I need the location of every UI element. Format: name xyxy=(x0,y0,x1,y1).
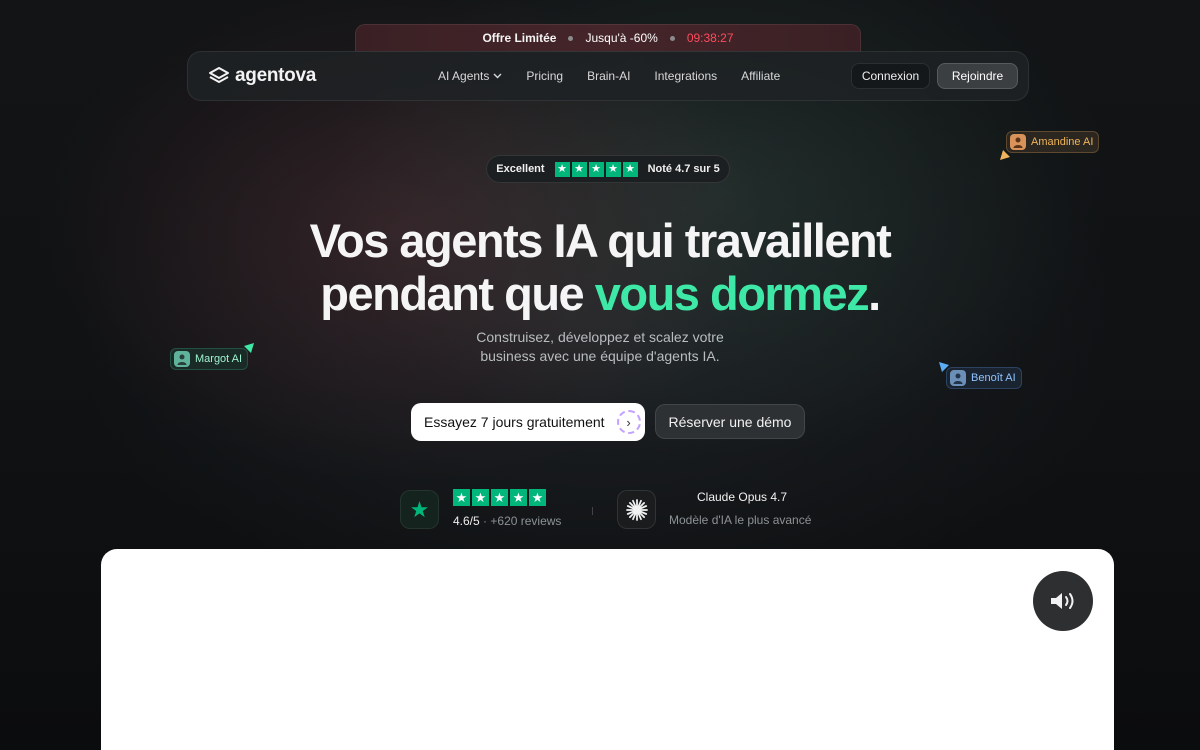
promo-bar[interactable]: Offre Limitée Jusqu'à -60% 09:38:27 xyxy=(355,24,861,52)
promo-countdown: 09:38:27 xyxy=(686,31,734,45)
agentova-logo-icon xyxy=(209,67,229,83)
claude-model-subtitle: Modèle d'IA le plus avancé xyxy=(669,513,812,527)
star-icon: ★ xyxy=(453,489,470,506)
divider xyxy=(592,507,593,515)
logo[interactable]: agentova xyxy=(208,65,316,87)
trustpilot-star-icon: ★ xyxy=(400,490,439,529)
login-button[interactable]: Connexion xyxy=(851,63,930,89)
nav-item-pricing[interactable]: Pricing xyxy=(526,69,563,83)
star-icon: ★ xyxy=(491,489,508,506)
sound-toggle-button[interactable] xyxy=(1033,571,1093,631)
claude-sparkle-icon xyxy=(617,490,656,529)
trustpilot-review-count: +620 reviews xyxy=(490,514,562,528)
hero-title-prefix: pendant que xyxy=(320,267,595,320)
demo-video-panel[interactable] xyxy=(101,549,1114,750)
hero-title-suffix: . xyxy=(868,267,881,320)
nav-item-ai-agents[interactable]: AI Agents xyxy=(438,69,502,83)
star-icon: ★ xyxy=(605,161,621,177)
cursor-icon xyxy=(1000,150,1010,160)
rating-score-text: Noté 4.7 sur 5 xyxy=(647,163,720,175)
star-icon: ★ xyxy=(588,161,604,177)
hero-title-accent: vous dormez xyxy=(594,267,870,320)
logo-text: agentova xyxy=(235,65,317,86)
star-icon: ★ xyxy=(529,489,546,506)
agent-tag-amandine: Amandine AI xyxy=(1006,131,1100,153)
hero-subtitle-line-1: Construisez, développez et scalez votre xyxy=(476,329,724,345)
agent-tag-benoit: Benoît AI xyxy=(946,367,1022,389)
trustpilot-stars: ★ ★ ★ ★ ★ xyxy=(453,489,546,506)
nav-menu: AI Agents Pricing Brain-AI Integrations … xyxy=(438,69,780,83)
promo-discount: Jusqu'à -60% xyxy=(585,31,658,45)
nav-item-affiliate[interactable]: Affiliate xyxy=(741,69,780,83)
star-icon: ★ xyxy=(622,161,638,177)
hero-title-line-1: Vos agents IA qui travaillent xyxy=(309,214,892,267)
rating-label: Excellent xyxy=(496,163,545,175)
claude-model-title: Claude Opus 4.7 xyxy=(697,490,788,504)
main-navbar: agentova AI Agents Pricing Brain-AI Inte… xyxy=(187,51,1029,101)
chevron-down-icon xyxy=(493,73,502,79)
agent-name: Amandine AI xyxy=(1031,136,1094,148)
trustpilot-score: 4.6/5 · +620 reviews xyxy=(453,514,561,528)
star-icon: ★ xyxy=(510,489,527,506)
separator-dot xyxy=(568,35,574,41)
agent-name: Benoît AI xyxy=(971,372,1016,384)
nav-item-label: AI Agents xyxy=(438,69,490,83)
free-trial-button[interactable]: Essayez 7 jours gratuitement › xyxy=(411,403,645,441)
avatar xyxy=(950,370,966,386)
hero-title-line-2: pendant que vous dormez. xyxy=(0,267,1200,320)
nav-item-integrations[interactable]: Integrations xyxy=(654,69,717,83)
trustpilot-score-value: 4.6/5 xyxy=(453,514,480,528)
speaker-icon xyxy=(1051,593,1074,609)
chevron-right-icon: › xyxy=(616,410,641,434)
book-demo-button[interactable]: Réserver une démo xyxy=(655,404,805,439)
promo-label: Offre Limitée xyxy=(482,31,557,45)
join-button[interactable]: Rejoindre xyxy=(937,63,1018,89)
free-trial-label: Essayez 7 jours gratuitement xyxy=(424,414,605,430)
avatar xyxy=(1010,134,1026,150)
hero-subtitle-line-2: business avec une équipe d'agents IA. xyxy=(480,348,720,364)
separator-dot xyxy=(669,35,675,41)
hero-title: Vos agents IA qui travaillent pendant qu… xyxy=(0,214,1200,320)
rating-badge[interactable]: Excellent ★ ★ ★ ★ ★ Noté 4.7 sur 5 xyxy=(486,155,730,183)
nav-item-brain-ai[interactable]: Brain-AI xyxy=(587,69,630,83)
star-icon: ★ xyxy=(472,489,489,506)
rating-stars: ★ ★ ★ ★ ★ xyxy=(554,161,638,177)
hero-subtitle: Construisez, développez et scalez votre … xyxy=(0,328,1200,366)
star-icon: ★ xyxy=(571,161,587,177)
star-icon: ★ xyxy=(554,161,570,177)
